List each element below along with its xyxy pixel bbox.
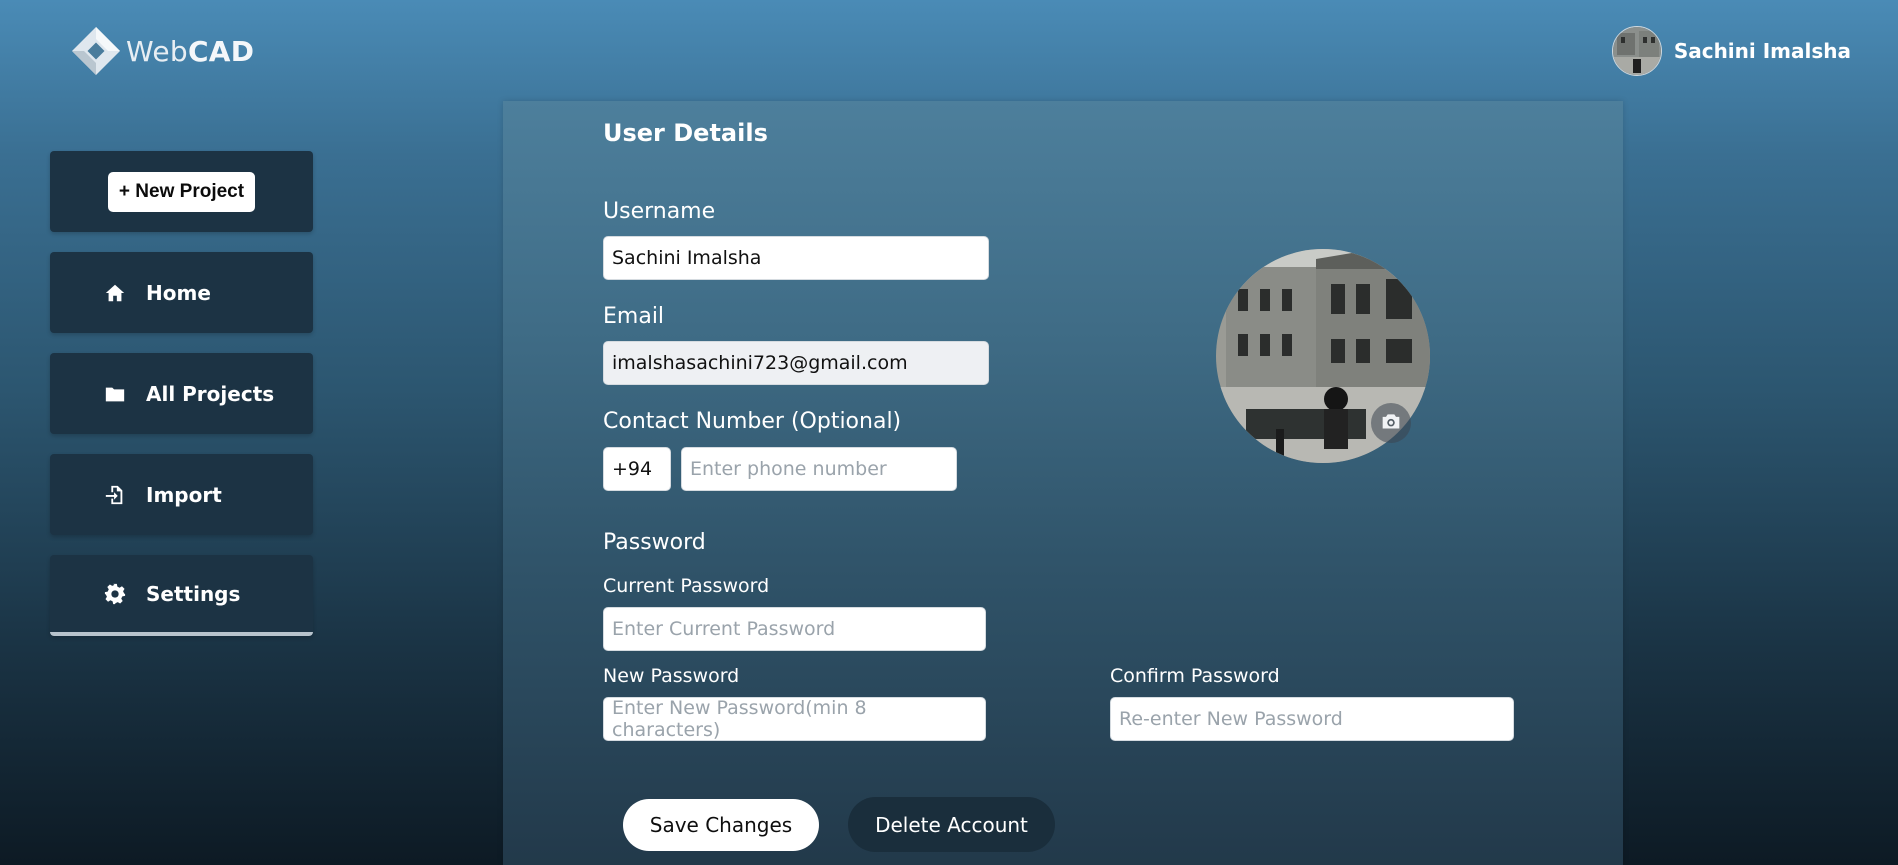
password-heading: Password — [603, 530, 706, 555]
username-field[interactable]: Sachini Imalsha — [603, 236, 989, 280]
folder-icon — [104, 383, 126, 405]
app-logo[interactable]: WebCAD — [70, 25, 254, 77]
email-label: Email — [603, 304, 665, 329]
country-code-field[interactable]: +94 — [603, 447, 671, 491]
confirm-password-label: Confirm Password — [1110, 665, 1280, 687]
username-label: Username — [603, 199, 716, 224]
sidebar-item-label: Import — [146, 482, 222, 507]
contact-label: Contact Number (Optional) — [603, 409, 902, 434]
gear-icon — [104, 583, 126, 605]
sidebar-item-label: All Projects — [146, 381, 275, 406]
avatar — [1611, 26, 1662, 76]
current-password-input[interactable]: Enter Current Password — [603, 607, 986, 651]
camera-icon — [1381, 412, 1401, 434]
save-button[interactable]: Save Changes — [623, 799, 819, 851]
phone-input[interactable]: Enter phone number — [681, 447, 957, 491]
import-icon — [104, 484, 126, 506]
sidebar-item-label: Settings — [146, 581, 241, 606]
user-name: Sachini Imalsha — [1673, 39, 1851, 63]
sidebar-item-home[interactable]: Home — [50, 252, 313, 333]
sidebar-item-settings[interactable]: Settings — [50, 555, 313, 636]
confirm-password-input[interactable]: Re-enter New Password — [1110, 697, 1514, 741]
brand-name: WebCAD — [126, 34, 255, 68]
email-field[interactable]: imalshasachini723@gmail.com — [603, 341, 989, 385]
sidebar-item-all-projects[interactable]: All Projects — [50, 353, 313, 434]
user-details-panel: User Details Username Sachini Imalsha Em… — [503, 101, 1623, 865]
sidebar: + New Project Home All Projects Import S… — [50, 151, 313, 656]
new-password-input[interactable]: Enter New Password(min 8 characters) — [603, 697, 986, 741]
page-title: User Details — [603, 119, 768, 147]
home-icon — [104, 282, 126, 304]
delete-account-button[interactable]: Delete Account — [848, 797, 1055, 852]
logo-mark-icon — [70, 25, 122, 77]
sidebar-item-import[interactable]: Import — [50, 454, 313, 535]
new-password-label: New Password — [603, 665, 740, 687]
user-menu[interactable]: Sachini Imalsha — [1611, 26, 1851, 76]
change-photo-button[interactable] — [1371, 403, 1411, 443]
new-project-button[interactable]: + New Project — [107, 171, 256, 212]
new-project-card: + New Project — [50, 151, 313, 232]
sidebar-item-label: Home — [146, 280, 211, 305]
current-password-label: Current Password — [603, 575, 770, 597]
